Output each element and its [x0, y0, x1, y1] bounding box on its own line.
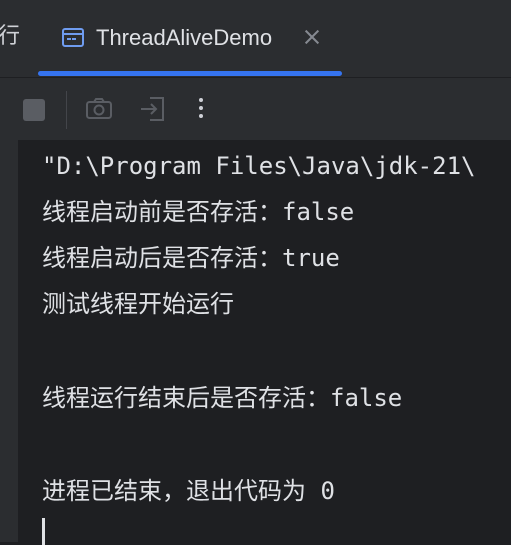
active-tab-indicator [38, 71, 342, 76]
console-window-icon [62, 28, 84, 47]
screenshot-button[interactable] [84, 94, 114, 124]
more-vertical-icon [199, 98, 203, 102]
close-icon[interactable] [301, 26, 323, 48]
tab-partial-label[interactable]: 行 [0, 22, 20, 52]
console-line: "D:\Program Files\Java\jdk-21\ [42, 152, 476, 180]
console-line: 线程启动前是否存活：false [42, 198, 355, 226]
stop-button[interactable] [18, 94, 48, 124]
console-gutter [0, 140, 18, 542]
toolbar-separator [66, 91, 67, 129]
more-options-button[interactable] [186, 94, 216, 124]
run-toolbar [0, 77, 511, 140]
text-caret [42, 518, 45, 545]
tab-bar: 行 ThreadAliveDemo [0, 0, 511, 77]
console-output[interactable]: "D:\Program Files\Java\jdk-21\ 线程启动前是否存活… [0, 140, 511, 545]
exit-button[interactable] [137, 94, 167, 124]
tab-label: ThreadAliveDemo [96, 25, 273, 50]
stop-icon [23, 99, 45, 121]
tab-threadalivedemo[interactable]: ThreadAliveDemo [38, 0, 342, 77]
console-line: 线程运行结束后是否存活：false [42, 384, 403, 412]
console-line: 进程已结束，退出代码为 0 [42, 477, 335, 505]
console-line: 测试线程开始运行 [42, 290, 234, 318]
console-line: 线程启动后是否存活：true [42, 244, 340, 272]
exit-icon [141, 97, 164, 121]
camera-icon [86, 98, 112, 119]
